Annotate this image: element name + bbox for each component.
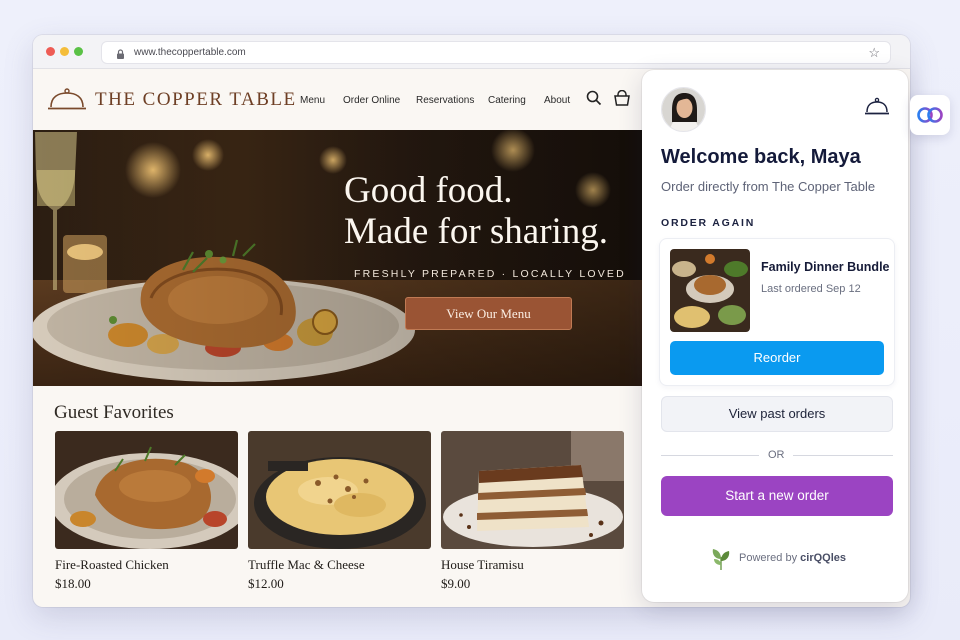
hero-title-line-1: Good food. xyxy=(344,170,513,211)
tiramisu-image xyxy=(441,431,624,549)
item-name: Truffle Mac & Cheese xyxy=(248,557,365,572)
hero-subtitle: FRESHLY PREPARED · LOCALLY LOVED xyxy=(354,268,626,280)
favorites-title: Guest Favorites xyxy=(54,402,174,423)
maximize-window-button[interactable] xyxy=(74,47,83,56)
item-name: House Tiramisu xyxy=(441,557,524,572)
site-header: The Copper Table Menu Order Online Reser… xyxy=(33,70,643,130)
nav-menu[interactable]: Menu xyxy=(300,95,325,106)
divider-left xyxy=(661,455,759,456)
powered-by[interactable]: Powered by cirQQles xyxy=(739,552,846,564)
or-divider-text: OR xyxy=(768,449,785,461)
bundle-name: Family Dinner Bundle xyxy=(761,260,890,274)
powered-brand: cirQQles xyxy=(800,552,847,564)
minimize-window-button[interactable] xyxy=(60,47,69,56)
favorite-card-chicken[interactable]: Fire-Roasted Chicken $18.00 xyxy=(55,431,238,592)
hero-food-image xyxy=(33,130,643,386)
brand-name[interactable]: The Copper Table xyxy=(95,89,297,111)
view-past-orders-button[interactable]: View past orders xyxy=(661,396,893,432)
reorder-card: Family Dinner Bundle Last ordered Sep 12… xyxy=(659,238,895,386)
last-ordered-date: Last ordered Sep 12 xyxy=(761,283,861,295)
divider-right xyxy=(793,455,893,456)
order-again-label: ORDER AGAIN xyxy=(661,217,756,229)
cloche-icon[interactable] xyxy=(47,87,87,118)
shopping-bag-icon[interactable] xyxy=(613,89,631,111)
close-window-button[interactable] xyxy=(46,47,55,56)
lock-icon xyxy=(116,47,125,65)
favorite-card-mac-cheese[interactable]: Truffle Mac & Cheese $12.00 xyxy=(248,431,431,592)
url-text: www.thecoppertable.com xyxy=(134,47,246,58)
bundle-image xyxy=(670,249,750,332)
powered-prefix: Powered by xyxy=(739,552,798,564)
welcome-subtitle: Order directly from The Copper Table xyxy=(661,179,876,194)
browser-toolbar: www.thecoppertable.com ☆ xyxy=(33,35,910,69)
cirqqles-logo-icon xyxy=(915,105,945,130)
mac-cheese-image xyxy=(248,431,431,549)
hero-title: Good food. Made for sharing. xyxy=(344,170,608,252)
address-bar[interactable]: www.thecoppertable.com ☆ xyxy=(101,41,891,64)
search-icon[interactable] xyxy=(586,90,602,111)
view-menu-button[interactable]: View Our Menu xyxy=(405,297,572,330)
cirqqles-widget-button[interactable] xyxy=(910,95,950,135)
nav-order-online[interactable]: Order Online xyxy=(343,95,400,106)
item-name: Fire-Roasted Chicken xyxy=(55,557,169,572)
start-new-order-button[interactable]: Start a new order xyxy=(661,476,893,516)
hero-banner: Good food. Made for sharing. FRESHLY PRE… xyxy=(33,130,643,386)
chicken-image xyxy=(55,431,238,549)
nav-reservations[interactable]: Reservations xyxy=(416,95,474,106)
nav-catering[interactable]: Catering xyxy=(488,95,526,106)
welcome-heading: Welcome back, Maya xyxy=(661,146,861,168)
avatar[interactable] xyxy=(661,87,706,132)
nav-about[interactable]: About xyxy=(544,95,570,106)
cloche-icon xyxy=(864,97,890,122)
hero-title-line-2: Made for sharing. xyxy=(344,211,609,252)
item-price: $9.00 xyxy=(441,576,471,591)
reorder-button[interactable]: Reorder xyxy=(670,341,884,375)
favorite-card-tiramisu[interactable]: House Tiramisu $9.00 xyxy=(441,431,624,592)
item-price: $18.00 xyxy=(55,576,91,591)
ordering-panel: Welcome back, Maya Order directly from T… xyxy=(642,70,908,602)
leaf-icon xyxy=(710,547,732,576)
item-price: $12.00 xyxy=(248,576,284,591)
star-icon[interactable]: ☆ xyxy=(868,45,880,61)
